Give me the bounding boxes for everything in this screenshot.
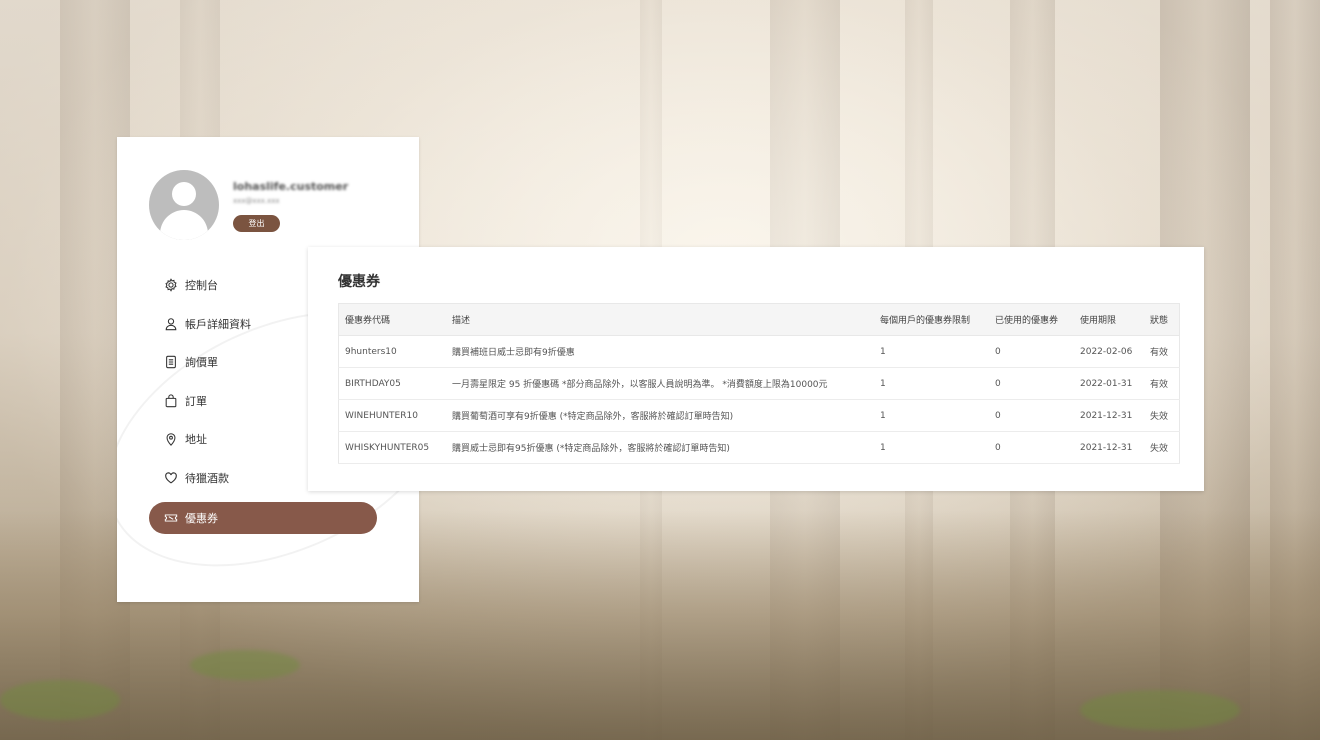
table-row: 9hunters10 購買補班日威士忌即有9折優惠 1 0 2022-02-06… <box>338 335 1180 368</box>
table-row: BIRTHDAY05 一月壽星限定 95 折優惠碼 *部分商品除外，以客服人員說… <box>338 367 1180 400</box>
location-pin-icon <box>164 432 178 446</box>
logout-button[interactable]: 登出 <box>233 215 280 232</box>
coupon-description: 一月壽星限定 95 折優惠碼 *部分商品除外，以客服人員說明為準。 *消費額度上… <box>446 367 874 400</box>
coupon-description: 購買補班日威士忌即有9折優惠 <box>446 335 874 368</box>
column-header-used: 已使用的優惠券 <box>989 303 1074 336</box>
user-email: xxx@xxx.xxx <box>233 197 280 205</box>
column-header-expiry: 使用期限 <box>1074 303 1144 336</box>
coupon-icon <box>164 511 178 525</box>
document-icon <box>164 355 178 369</box>
coupon-code: WHISKYHUNTER05 <box>338 431 446 464</box>
coupon-used-count: 0 <box>989 335 1074 368</box>
table-row: WINEHUNTER10 購買葡萄酒可享有9折優惠 (*特定商品除外，客服將於確… <box>338 399 1180 432</box>
coupon-used-count: 0 <box>989 367 1074 400</box>
coupon-status: 失效 <box>1144 399 1180 432</box>
coupon-expiry: 2021-12-31 <box>1074 399 1144 432</box>
coupon-expiry: 2021-12-31 <box>1074 431 1144 464</box>
table-row: WHISKYHUNTER05 購買威士忌即有95折優惠 (*特定商品除外，客服將… <box>338 431 1180 464</box>
gear-icon <box>164 278 178 292</box>
menu-item-label: 詢價單 <box>185 356 218 369</box>
coupon-usage-limit: 1 <box>874 399 989 432</box>
menu-item-label: 優惠券 <box>185 512 218 525</box>
coupon-code: 9hunters10 <box>338 335 446 368</box>
menu-item-label: 控制台 <box>185 279 218 292</box>
menu-item-label: 訂單 <box>185 394 207 408</box>
menu-item-coupons[interactable]: 優惠券 <box>149 502 377 534</box>
menu-item-label: 地址 <box>185 433 207 446</box>
coupon-code: WINEHUNTER10 <box>338 399 446 432</box>
column-header-status: 狀態 <box>1144 303 1180 336</box>
heart-icon <box>164 471 178 485</box>
coupon-used-count: 0 <box>989 431 1074 464</box>
coupon-status: 失效 <box>1144 431 1180 464</box>
coupon-description: 購買葡萄酒可享有9折優惠 (*特定商品除外，客服將於確認訂單時告知) <box>446 399 874 432</box>
bag-icon <box>164 393 178 408</box>
avatar <box>149 170 219 240</box>
coupon-expiry: 2022-02-06 <box>1074 335 1144 368</box>
table-header-row: 優惠券代碼 描述 每個用戶的優惠券限制 已使用的優惠券 使用期限 狀態 <box>338 303 1180 336</box>
coupons-table: 優惠券代碼 描述 每個用戶的優惠券限制 已使用的優惠券 使用期限 狀態 9hun… <box>338 303 1180 464</box>
coupon-usage-limit: 1 <box>874 335 989 368</box>
username: lohaslife.customer <box>233 180 349 193</box>
coupon-usage-limit: 1 <box>874 431 989 464</box>
coupon-usage-limit: 1 <box>874 367 989 400</box>
page-title: 優惠券 <box>338 274 380 290</box>
coupon-description: 購買威士忌即有95折優惠 (*特定商品除外，客服將於確認訂單時告知) <box>446 431 874 464</box>
column-header-description: 描述 <box>446 303 874 336</box>
coupon-status: 有效 <box>1144 335 1180 368</box>
coupon-status: 有效 <box>1144 367 1180 400</box>
menu-item-label: 帳戶詳細資料 <box>185 317 251 331</box>
column-header-usage-limit: 每個用戶的優惠券限制 <box>874 303 989 336</box>
column-header-code: 優惠券代碼 <box>338 303 446 336</box>
coupons-panel: 優惠券 優惠券代碼 描述 每個用戶的優惠券限制 已使用的優惠券 使用期限 狀態 … <box>308 247 1204 491</box>
menu-item-label: 待獵酒款 <box>185 471 229 485</box>
coupon-used-count: 0 <box>989 399 1074 432</box>
coupon-code: BIRTHDAY05 <box>338 367 446 400</box>
coupon-expiry: 2022-01-31 <box>1074 367 1144 400</box>
user-icon <box>164 317 178 331</box>
